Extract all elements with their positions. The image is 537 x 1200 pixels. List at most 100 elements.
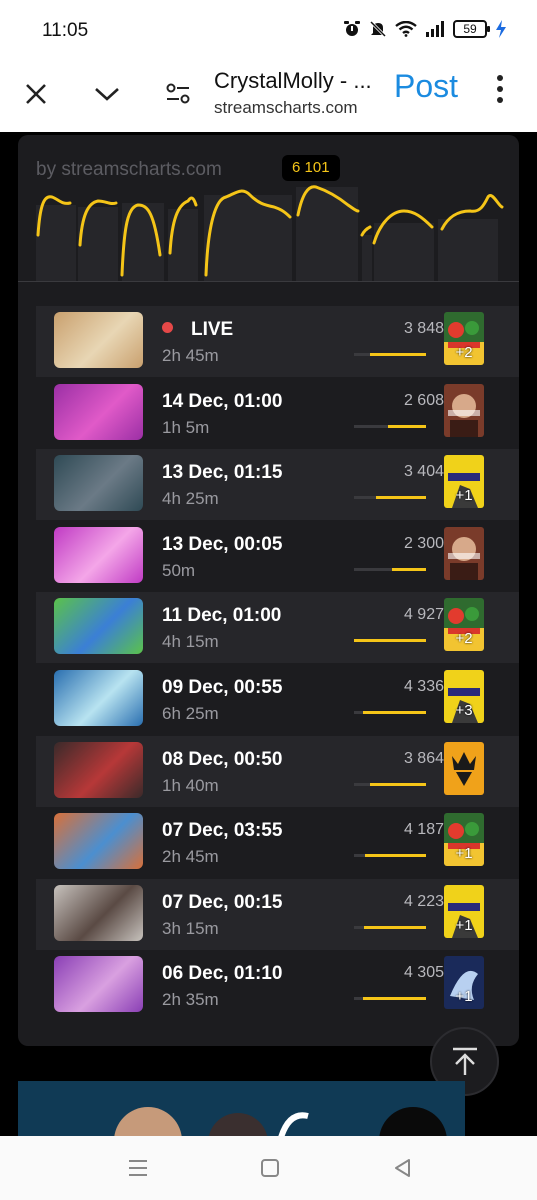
signal-icon [426, 21, 444, 37]
stream-thumbnail[interactable] [54, 312, 143, 368]
stream-title: 07 Dec, 00:15 [162, 892, 282, 914]
stream-row[interactable]: 13 Dec, 00:05 50m 2 300 [36, 521, 519, 592]
stream-title-text: 09 Dec, 00:55 [162, 677, 283, 698]
chart-divider [18, 281, 519, 282]
stream-thumbnail[interactable] [54, 455, 143, 512]
viewers-bar-fill [364, 925, 426, 929]
stream-viewers: 4 305 [403, 964, 444, 982]
stream-viewers: 4 336 [403, 678, 444, 695]
recents-button[interactable] [118, 1152, 158, 1184]
mario-party-icon[interactable]: +2 [444, 598, 484, 652]
stream-viewers: 3 848 [403, 320, 444, 337]
stream-title: 13 Dec, 01:15 [162, 462, 282, 484]
stream-thumbnail[interactable] [54, 383, 143, 440]
page-settings-button[interactable] [156, 72, 200, 116]
more-games-count: +2 [455, 630, 473, 648]
stream-row[interactable]: 13 Dec, 01:15 4h 25m 3 404 +1 [36, 449, 519, 521]
stream-title-text: 07 Dec, 00:15 [162, 891, 283, 913]
more-games-count: +1 [455, 988, 473, 1006]
stream-title-text: 13 Dec, 01:15 [162, 462, 283, 484]
just-chatting-icon[interactable] [444, 383, 484, 437]
more-games-count: +1 [455, 916, 473, 934]
home-button[interactable] [250, 1152, 290, 1184]
viewers-bar [354, 567, 426, 571]
promo-banner[interactable] [18, 1081, 465, 1136]
stream-title: LIVE [162, 319, 233, 341]
just-chatting-icon[interactable] [444, 526, 484, 580]
viewers-bar-fill [376, 496, 426, 500]
more-button[interactable] [492, 74, 508, 109]
stream-row[interactable]: 08 Dec, 00:50 1h 40m 3 864 [36, 735, 519, 807]
page-url[interactable]: streamscharts.com [214, 98, 358, 118]
tekken-icon[interactable]: +1 [444, 884, 484, 938]
stream-title-text: 07 Dec, 03:55 [162, 820, 283, 842]
stream-thumbnail[interactable] [54, 813, 143, 870]
stream-viewers: 4 223 [403, 892, 444, 910]
stream-title: 11 Dec, 01:00 [162, 605, 281, 627]
viewers-bar-fill [387, 424, 426, 428]
minimize-button[interactable] [85, 72, 129, 116]
stream-duration: 2h 35m [162, 990, 219, 1010]
viewers-bar [354, 854, 426, 858]
stream-thumbnail[interactable] [54, 741, 143, 798]
post-button[interactable]: Post [394, 68, 458, 105]
stream-title-text: 08 Dec, 00:50 [162, 748, 283, 770]
chart-attribution: by streamscharts.com [36, 159, 222, 180]
stream-title-text: 11 Dec, 01:00 [162, 605, 282, 627]
stream-title: 07 Dec, 03:55 [162, 820, 282, 842]
alarm-icon [344, 21, 360, 36]
arrow-up-icon [452, 1047, 477, 1075]
wifi-icon [395, 21, 417, 37]
viewers-bar-fill [362, 711, 426, 714]
chart-peak-badge: 6 101 [282, 155, 340, 181]
viewers-bar-fill [369, 782, 426, 786]
stream-row[interactable]: 06 Dec, 01:10 2h 35m 4 305 +1 [36, 950, 519, 1021]
stream-title-text: 14 Dec, 01:00 [162, 390, 283, 412]
king-logo-icon[interactable] [444, 741, 484, 795]
stream-thumbnail[interactable] [54, 884, 143, 941]
stream-row[interactable]: 07 Dec, 00:15 3h 15m 4 223 +1 [36, 878, 519, 950]
tekken-icon[interactable]: +3 [444, 670, 484, 723]
stream-row[interactable]: 07 Dec, 03:55 2h 45m 4 187 +1 [36, 807, 519, 878]
mario-party-icon[interactable]: +1 [444, 813, 484, 867]
home-icon [261, 1159, 279, 1177]
status-time: 11:05 [42, 20, 89, 41]
mario-party-icon[interactable]: +2 [444, 312, 484, 365]
stream-row[interactable]: 14 Dec, 01:00 1h 5m 2 608 [36, 378, 519, 449]
chart-line-7 [360, 225, 372, 237]
battery-level: 59 [463, 22, 477, 36]
stream-duration: 1h 5m [162, 417, 210, 437]
chevron-down-icon [95, 88, 119, 101]
stream-viewers: 3 864 [403, 749, 444, 767]
more-games-count: +1 [455, 845, 473, 863]
back-button[interactable] [383, 1152, 423, 1184]
stream-row[interactable]: LIVE 2h 45m 3 848 +2 [36, 306, 519, 377]
tekken-icon[interactable]: +1 [444, 455, 484, 509]
stream-thumbnail[interactable] [54, 526, 143, 583]
viewers-bar [354, 997, 426, 1001]
stream-viewers: 2 300 [403, 534, 444, 552]
stream-thumbnail[interactable] [54, 956, 143, 1013]
browser-toolbar: CrystalMolly - ... streamscharts.com Pos… [0, 60, 537, 132]
stream-viewers: 3 404 [403, 463, 444, 481]
close-button[interactable] [14, 72, 58, 116]
status-icons: 59 [343, 20, 507, 38]
stream-thumbnail[interactable] [54, 598, 143, 655]
stream-row[interactable]: 11 Dec, 01:00 4h 15m 4 927 +2 [36, 592, 519, 664]
stream-duration: 2h 45m [162, 346, 219, 365]
stream-row[interactable]: 09 Dec, 00:55 6h 25m 4 336 +3 [36, 664, 519, 735]
stream-duration: 50m [162, 560, 196, 580]
stream-title: 09 Dec, 00:55 [162, 677, 282, 699]
viewers-bar [354, 353, 426, 356]
pokemon-icon[interactable]: +1 [444, 956, 484, 1010]
stream-title-text: LIVE [191, 319, 234, 340]
stream-thumbnail[interactable] [54, 670, 143, 726]
battery-icon: 59 [453, 20, 490, 38]
stream-viewers: 4 187 [403, 821, 444, 839]
more-games-count: +3 [455, 702, 473, 719]
page-title: CrystalMolly - ... [214, 68, 372, 93]
viewers-chart: by streamscharts.com 6 101 [18, 135, 519, 281]
viewers-bar [354, 424, 426, 428]
stream-title: 06 Dec, 01:10 [162, 963, 282, 985]
viewers-bar [354, 782, 426, 786]
